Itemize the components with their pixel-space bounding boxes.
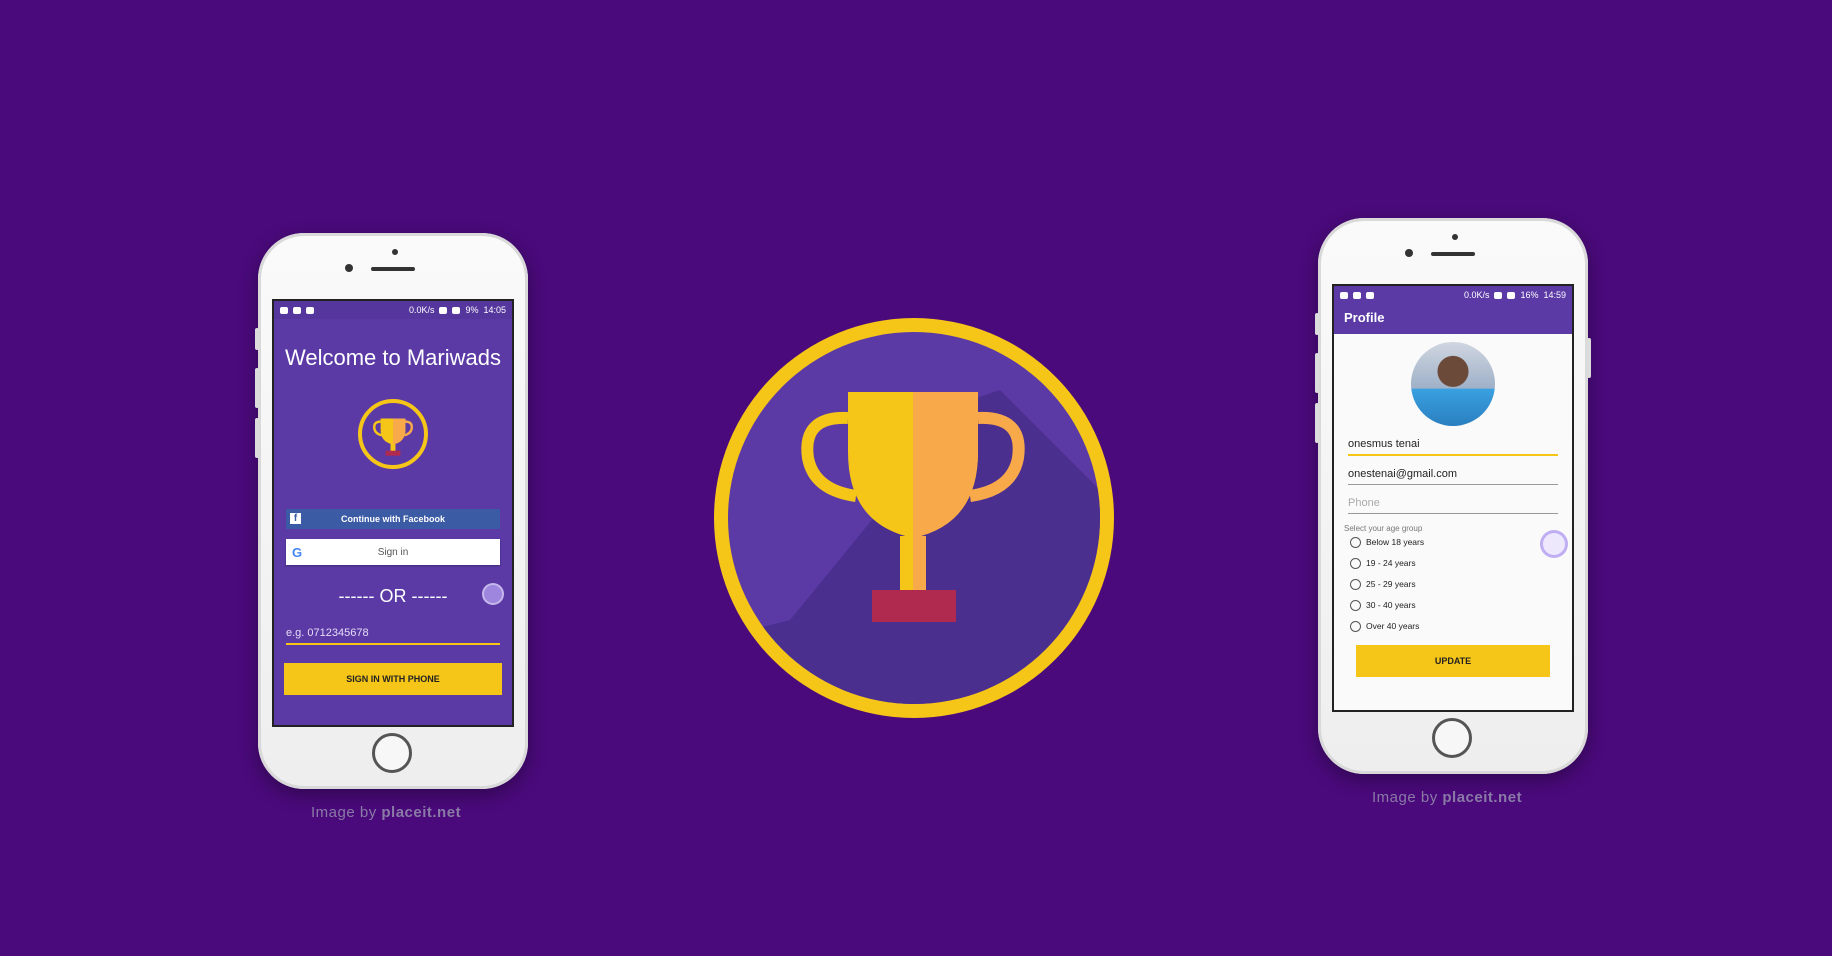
- profile-screen: 0.0K/s 16% 14:59 Profile onesmus tenai o…: [1332, 284, 1574, 712]
- age-option-label: Below 18 years: [1366, 537, 1425, 547]
- mariwads-logo: [700, 300, 1128, 736]
- front-camera: [1405, 249, 1413, 257]
- right-phone-mockup: 0.0K/s 16% 14:59 Profile onesmus tenai o…: [1315, 218, 1591, 774]
- age-option-label: 19 - 24 years: [1366, 558, 1416, 568]
- volume-down-button: [255, 418, 259, 458]
- touch-indicator: [482, 583, 504, 605]
- age-option-19-24[interactable]: 19 - 24 years: [1350, 556, 1572, 570]
- profile-photo[interactable]: [1411, 342, 1495, 426]
- app-bar-title: Profile: [1334, 304, 1572, 334]
- network-speed: 0.0K/s: [408, 305, 435, 315]
- radio-button[interactable]: [1350, 599, 1361, 611]
- status-bar: 0.0K/s 9% 14:05: [274, 301, 512, 319]
- clock: 14:59: [1543, 290, 1566, 300]
- signal-icon: [1507, 291, 1516, 299]
- google-button-label: Sign in: [377, 546, 409, 558]
- trophy-icon: [358, 399, 428, 469]
- shield-icon: [1353, 291, 1361, 299]
- earpiece-speaker: [371, 267, 415, 271]
- age-option-label: 25 - 29 years: [1366, 579, 1416, 589]
- continue-with-facebook-button[interactable]: f Continue with Facebook: [286, 509, 500, 529]
- volume-down-button: [1315, 403, 1319, 443]
- wifi-icon: [439, 306, 448, 314]
- radio-button[interactable]: [1350, 557, 1361, 569]
- n-icon: [1366, 291, 1374, 299]
- volume-up-button: [255, 368, 259, 408]
- left-image-credit: Image by placeit.net: [311, 804, 461, 821]
- signal-icon: [452, 306, 461, 314]
- status-bar: 0.0K/s 16% 14:59: [1334, 286, 1572, 304]
- battery-level: 16%: [1520, 290, 1539, 300]
- radio-button[interactable]: [1350, 620, 1361, 632]
- wifi-icon: [1494, 291, 1503, 299]
- home-button[interactable]: [372, 733, 412, 773]
- side-button: [255, 328, 259, 350]
- left-phone-mockup: 0.0K/s 9% 14:05 Welcome to Mariwads f Co…: [255, 233, 528, 789]
- facebook-icon: f: [290, 513, 301, 524]
- trophy-icon: [714, 318, 1114, 718]
- front-camera: [345, 264, 353, 272]
- age-option-over-40[interactable]: Over 40 years: [1350, 619, 1572, 633]
- age-option-30-40[interactable]: 30 - 40 years: [1350, 598, 1572, 612]
- age-option-label: 30 - 40 years: [1366, 600, 1416, 610]
- or-divider: ------ OR ------: [338, 586, 448, 606]
- battery-level: 9%: [465, 305, 479, 315]
- name-field[interactable]: onesmus tenai: [1348, 432, 1558, 456]
- side-button: [1315, 313, 1319, 335]
- clock: 14:05: [483, 305, 506, 315]
- network-speed: 0.0K/s: [1463, 290, 1490, 300]
- right-image-credit: Image by placeit.net: [1372, 789, 1522, 806]
- volume-up-button: [1315, 353, 1319, 393]
- notification-icon: [280, 306, 288, 314]
- sim-icon: [306, 306, 314, 314]
- google-sign-in-button[interactable]: G Sign in: [286, 539, 500, 565]
- credit-site[interactable]: placeit.net: [1442, 789, 1522, 806]
- credit-prefix: Image by: [1372, 789, 1438, 806]
- earpiece-speaker: [1431, 252, 1475, 256]
- welcome-screen: 0.0K/s 9% 14:05 Welcome to Mariwads f Co…: [272, 299, 514, 727]
- google-icon: G: [292, 545, 303, 560]
- credit-prefix: Image by: [311, 804, 377, 821]
- age-option-label: Over 40 years: [1366, 621, 1420, 631]
- radio-button[interactable]: [1350, 536, 1361, 548]
- phone-number-input[interactable]: e.g. 0712345678: [286, 623, 500, 645]
- welcome-title: Welcome to Mariwads: [285, 345, 501, 370]
- age-option-below-18[interactable]: Below 18 years: [1350, 535, 1572, 549]
- front-sensor: [1452, 234, 1458, 240]
- facebook-button-label: Continue with Facebook: [340, 514, 445, 524]
- age-option-25-29[interactable]: 25 - 29 years: [1350, 577, 1572, 591]
- phone-field[interactable]: Phone: [1348, 491, 1558, 514]
- touch-indicator: [1540, 530, 1568, 558]
- email-field[interactable]: onestenai@gmail.com: [1348, 462, 1558, 485]
- credit-site[interactable]: placeit.net: [381, 804, 461, 821]
- notification-icon: [1340, 291, 1348, 299]
- update-button[interactable]: UPDATE: [1356, 645, 1550, 677]
- sign-in-with-phone-button[interactable]: SIGN IN WITH PHONE: [284, 663, 502, 695]
- power-button: [1587, 338, 1591, 378]
- radio-button[interactable]: [1350, 578, 1361, 590]
- age-group-label: Select your age group: [1344, 524, 1423, 533]
- shield-icon: [293, 306, 301, 314]
- front-sensor: [392, 249, 398, 255]
- home-button[interactable]: [1432, 718, 1472, 758]
